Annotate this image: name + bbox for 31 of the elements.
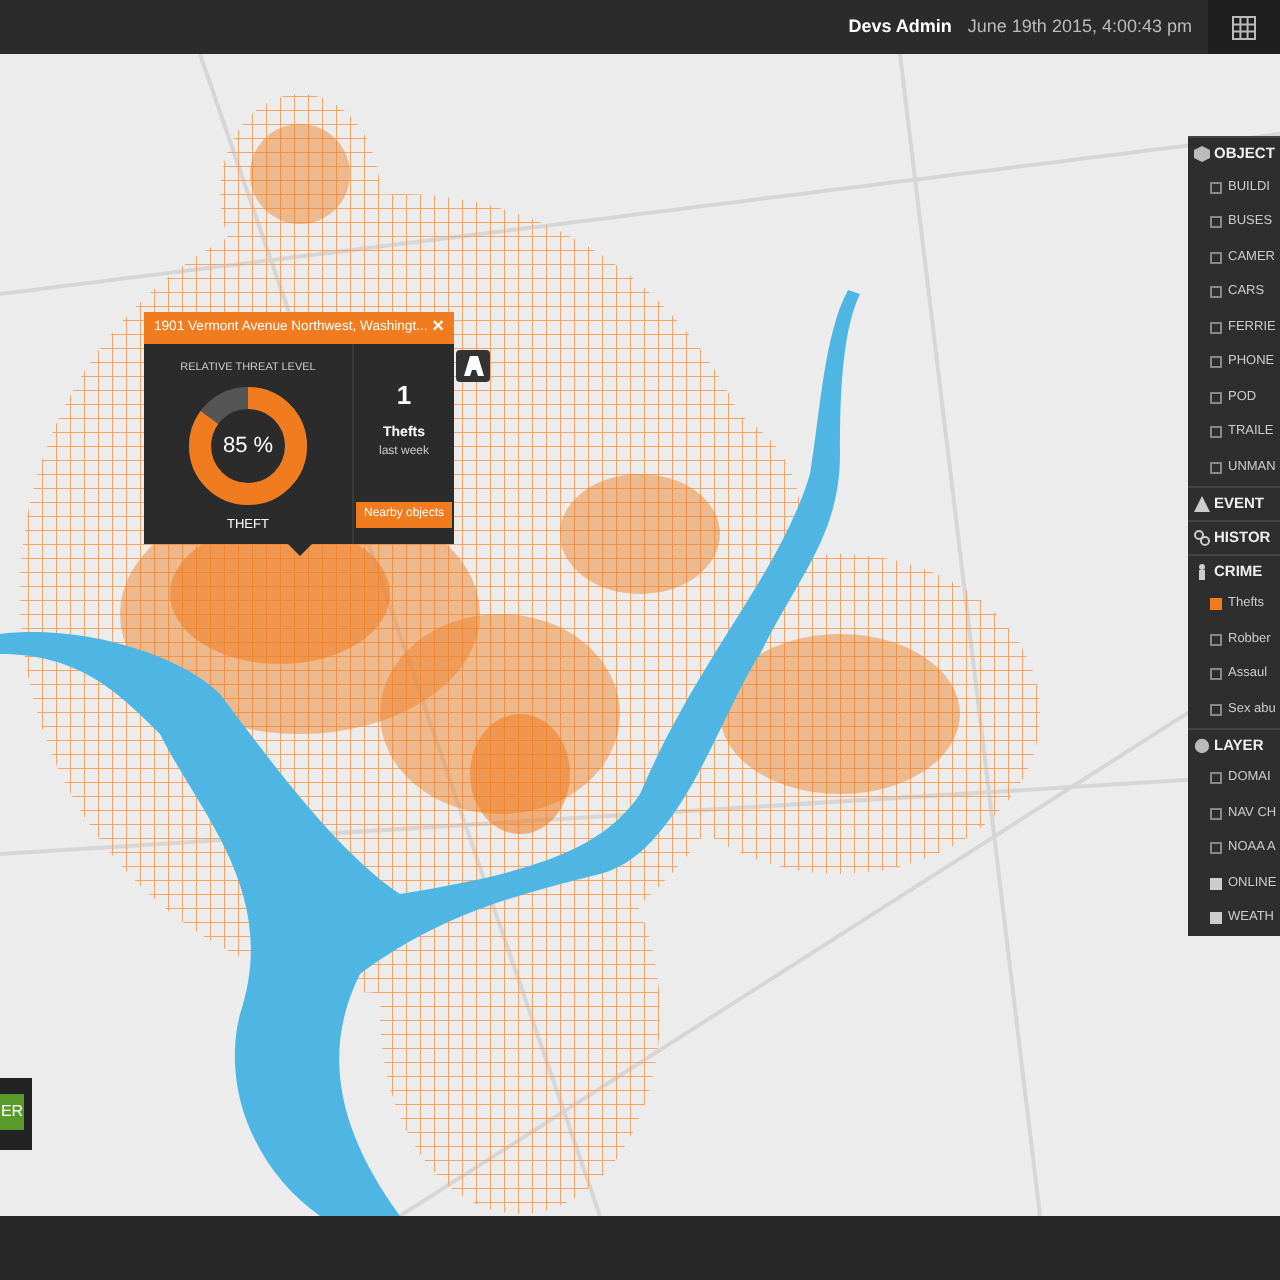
warning-icon — [1194, 495, 1210, 511]
checkbox[interactable] — [1210, 286, 1222, 299]
map-marker-icon[interactable] — [456, 350, 490, 382]
checkbox[interactable] — [1210, 633, 1222, 646]
checkbox[interactable] — [1210, 877, 1222, 890]
checkbox[interactable] — [1210, 356, 1222, 369]
checkbox[interactable] — [1210, 598, 1222, 611]
person-icon — [1194, 563, 1210, 579]
checkbox[interactable] — [1210, 181, 1222, 194]
theft-count: 1 — [396, 378, 412, 414]
globe-icon — [1194, 737, 1210, 753]
link-icon — [1194, 529, 1210, 545]
grid-icon — [1232, 15, 1256, 39]
checkbox[interactable] — [1210, 912, 1222, 925]
user-name: Devs Admin — [848, 13, 952, 40]
threat-donut-chart — [186, 384, 310, 509]
threat-percent: 85 % — [222, 432, 274, 462]
checkbox[interactable] — [1210, 321, 1222, 334]
checkbox[interactable] — [1210, 391, 1222, 404]
checkbox[interactable] — [1210, 216, 1222, 229]
checkbox[interactable] — [1210, 251, 1222, 264]
date-time: June 19th 2015, 4:00:43 pm — [967, 13, 1192, 40]
checkbox[interactable] — [1210, 842, 1222, 855]
checkbox[interactable] — [1210, 703, 1222, 716]
checkbox[interactable] — [1210, 668, 1222, 681]
checkbox[interactable] — [1210, 772, 1222, 785]
checkbox[interactable] — [1210, 807, 1222, 820]
cube-icon — [1194, 146, 1210, 162]
grid-menu-button[interactable] — [1208, 0, 1280, 54]
checkbox[interactable] — [1210, 461, 1222, 474]
checkbox[interactable] — [1210, 426, 1222, 439]
